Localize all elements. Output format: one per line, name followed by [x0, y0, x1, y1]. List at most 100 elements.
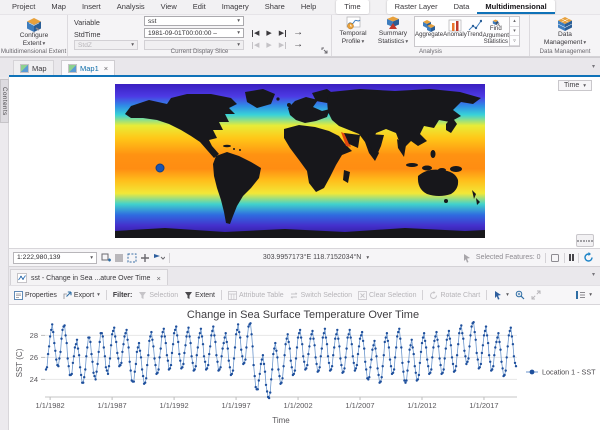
panel-overflow-chevron-icon[interactable]: ▾: [592, 271, 595, 278]
screen-grid-icon[interactable]: [576, 234, 594, 247]
tab-project[interactable]: Project: [4, 0, 43, 14]
sst-raster-map[interactable]: [115, 84, 485, 238]
dropdown-caret: ▾: [583, 40, 586, 46]
gallery-scroll-down-icon[interactable]: ▾: [510, 27, 519, 37]
gallery-expand-icon[interactable]: ▿: [510, 36, 519, 46]
step-forward-button[interactable]: ▶: [279, 30, 286, 37]
data-management-button[interactable]: Data Management▾: [543, 16, 587, 47]
square-icon[interactable]: [114, 253, 124, 263]
dropdown-caret: ▾: [405, 39, 408, 45]
tab-help[interactable]: Help: [293, 0, 324, 14]
svg-text:1/1/1992: 1/1/1992: [159, 401, 188, 410]
map-view[interactable]: Time ▾: [0, 77, 600, 248]
step-back-button[interactable]: ◀: [252, 30, 259, 37]
grid-plus-icon[interactable]: [101, 253, 111, 263]
gallery-scroll-up-icon[interactable]: ▴: [510, 17, 519, 27]
chart-panel-tab[interactable]: sst - Change in Sea ...ature Over Time ×: [10, 269, 168, 286]
tab-overflow-chevron-icon[interactable]: ▾: [592, 63, 595, 70]
dropdown-caret: ▾: [589, 292, 592, 298]
variable-select[interactable]: sst▾: [144, 16, 244, 26]
view-tab-map1[interactable]: Map1 ×: [61, 60, 115, 76]
gallery-scroll-strip: ▴ ▾ ▿: [509, 17, 519, 46]
contents-pane-tab[interactable]: Contents: [0, 79, 9, 123]
full-extent-arrows-icon: [531, 290, 541, 300]
summary-statistics-button[interactable]: Summary Statistics▾: [374, 16, 412, 46]
variable-label: Variable: [74, 18, 100, 27]
view-tab-bar: Map Map1 × ▾: [0, 57, 600, 77]
properties-button[interactable]: Properties: [14, 291, 57, 300]
plus-icon[interactable]: [140, 253, 150, 263]
switch-selection-button[interactable]: Switch Selection: [290, 291, 352, 300]
stdtime-select[interactable]: 1981-09-01T00:00:00 –▾: [144, 28, 244, 38]
stdtime-label: StdTime: [74, 30, 101, 39]
magnifier-icon: [515, 290, 525, 300]
group-analysis: Temporal Profile▾ Summary Statistics▾ Ag…: [332, 15, 530, 56]
group-current-display-slice: Variable sst▾ StdTime 1981-09-01T00:00:0…: [68, 15, 332, 56]
scale-input[interactable]: 1:222,980,139▾: [13, 252, 97, 264]
chart-pointer-tool[interactable]: ▾: [493, 290, 509, 300]
tab-imagery[interactable]: Imagery: [214, 0, 257, 14]
chart-icon: [17, 273, 27, 283]
chart-zoom-tool[interactable]: [515, 290, 525, 300]
find-argument-statistics-button[interactable]: Find Argument Statistics: [483, 17, 509, 46]
svg-text:1/1/2012: 1/1/2012: [407, 401, 436, 410]
svg-text:1/1/1987: 1/1/1987: [98, 401, 127, 410]
svg-text:1/1/1982: 1/1/1982: [36, 401, 65, 410]
chart-full-extent-tool[interactable]: [531, 290, 541, 300]
svg-text:1/1/1997: 1/1/1997: [221, 401, 250, 410]
sst-chart[interactable]: 2426281/1/19821/1/19871/1/19921/1/19971/…: [0, 305, 600, 430]
play-button[interactable]: ▶: [266, 29, 271, 37]
group-label-data-management: Data Management: [530, 48, 600, 55]
ribbon: Configure Extent▾ Multidimensional Exten…: [0, 15, 600, 57]
pointer-icon: [493, 290, 503, 300]
coordinates-readout[interactable]: 303.9957173°E 118.7152034°N ▾: [174, 254, 458, 261]
collapsed-pane-strip: Contents: [0, 77, 9, 430]
refresh-icon[interactable]: [583, 252, 594, 263]
tab-edit[interactable]: Edit: [185, 0, 214, 14]
tab-raster-layer[interactable]: Raster Layer: [387, 0, 446, 14]
summary-statistics-icon: [386, 16, 401, 30]
anomaly-button[interactable]: Anomaly: [443, 17, 467, 46]
attribute-table-button[interactable]: Attribute Table: [228, 291, 284, 300]
tab-share[interactable]: Share: [257, 0, 293, 14]
ribbon-tab-bar: Project Map Insert Analysis View Edit Im…: [0, 0, 600, 15]
chart-legend-toggle[interactable]: ▾: [575, 290, 592, 300]
tab-view[interactable]: View: [153, 0, 185, 14]
tab-data[interactable]: Data: [446, 0, 478, 14]
aggregate-button[interactable]: Aggregate: [415, 17, 443, 46]
legend-marker: [530, 370, 535, 375]
export-icon: [63, 291, 72, 300]
filter-selection-button[interactable]: Selection: [138, 291, 178, 300]
box-icon[interactable]: [550, 253, 560, 263]
trend-button[interactable]: Trend: [467, 17, 483, 46]
tab-analysis[interactable]: Analysis: [109, 0, 153, 14]
rotate-chart-button[interactable]: Rotate Chart: [429, 291, 480, 300]
flag-icon[interactable]: [153, 253, 165, 263]
selection-cursor-icon: [462, 253, 472, 263]
chevron-down-icon: ▾: [90, 255, 93, 261]
map-status-bar: 1:222,980,139▾ 303.9957173°E 118.7152034…: [0, 248, 600, 266]
dashed-selection-icon[interactable]: [127, 253, 137, 263]
x-axis-label: Time: [272, 416, 290, 425]
close-icon[interactable]: ×: [104, 64, 108, 73]
time-overlay-button[interactable]: Time ▾: [558, 80, 592, 91]
tab-multidimensional[interactable]: Multidimensional: [477, 0, 554, 14]
filter-extent-button[interactable]: Extent: [184, 291, 215, 300]
close-icon[interactable]: ×: [156, 274, 160, 283]
svg-text:26: 26: [30, 353, 38, 362]
pause-drawing-icon[interactable]: [569, 254, 575, 261]
configure-extent-button[interactable]: Configure Extent▾: [10, 17, 58, 48]
export-button[interactable]: Export ▾: [63, 291, 100, 300]
location-1-marker[interactable]: [156, 164, 164, 172]
tab-insert[interactable]: Insert: [74, 0, 109, 14]
tab-time[interactable]: Time: [336, 0, 368, 14]
rotate-icon: [429, 291, 438, 300]
view-tab-map[interactable]: Map: [13, 60, 54, 76]
chart-area: 2426281/1/19821/1/19871/1/19921/1/19971/…: [0, 305, 600, 430]
clear-selection-button[interactable]: Clear Selection: [358, 291, 416, 300]
dialog-launcher-icon[interactable]: [321, 47, 328, 54]
temporal-profile-button[interactable]: Temporal Profile▾: [334, 16, 372, 46]
funnel-icon: [184, 291, 193, 300]
next-slice-button[interactable]: →: [293, 28, 303, 38]
tab-map[interactable]: Map: [43, 0, 74, 14]
